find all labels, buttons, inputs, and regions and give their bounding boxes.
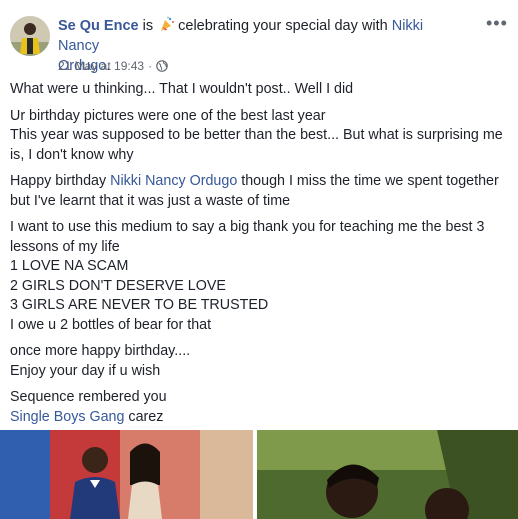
is-text: is bbox=[138, 18, 154, 34]
party-popper-icon bbox=[159, 16, 175, 32]
paragraph-6: Sequence rembered you Single Boys Gang c… bbox=[10, 389, 167, 425]
paragraph-4: I want to use this medium to say a big t… bbox=[10, 219, 485, 333]
globe-icon[interactable] bbox=[156, 60, 168, 72]
post-meta: 21 May at 19:43 · bbox=[58, 58, 168, 74]
author-name[interactable]: Se Qu Ence bbox=[58, 18, 139, 34]
photo-grid bbox=[0, 430, 518, 519]
facebook-post: Se Qu Ence is celebrating your special d… bbox=[0, 0, 518, 519]
page-link[interactable]: Single Boys Gang bbox=[10, 409, 124, 425]
selfie-photo bbox=[257, 430, 518, 519]
paragraph-2: Ur birthday pictures were one of the bes… bbox=[10, 107, 503, 163]
avatar-photo bbox=[10, 16, 50, 56]
paragraph-1: What were u thinking... That I wouldn't … bbox=[10, 81, 354, 97]
post-timestamp[interactable]: 21 May at 19:43 bbox=[58, 58, 144, 74]
activity-text: celebrating your special day with bbox=[178, 18, 388, 34]
couple-photo bbox=[0, 430, 253, 519]
mention-link[interactable]: Nikki Nancy Ordugo bbox=[110, 173, 237, 189]
photo-left[interactable] bbox=[0, 430, 253, 519]
paragraph-3: Happy birthday Nikki Nancy Ordugo though… bbox=[10, 173, 499, 209]
meta-separator: · bbox=[148, 59, 153, 73]
ellipsis-icon[interactable]: ••• bbox=[486, 13, 508, 33]
paragraph-5: once more happy birthday.... Enjoy your … bbox=[10, 343, 191, 379]
author-avatar[interactable] bbox=[10, 16, 50, 56]
post-body: What were u thinking... That I wouldn't … bbox=[10, 80, 505, 434]
photo-right[interactable] bbox=[257, 430, 518, 519]
